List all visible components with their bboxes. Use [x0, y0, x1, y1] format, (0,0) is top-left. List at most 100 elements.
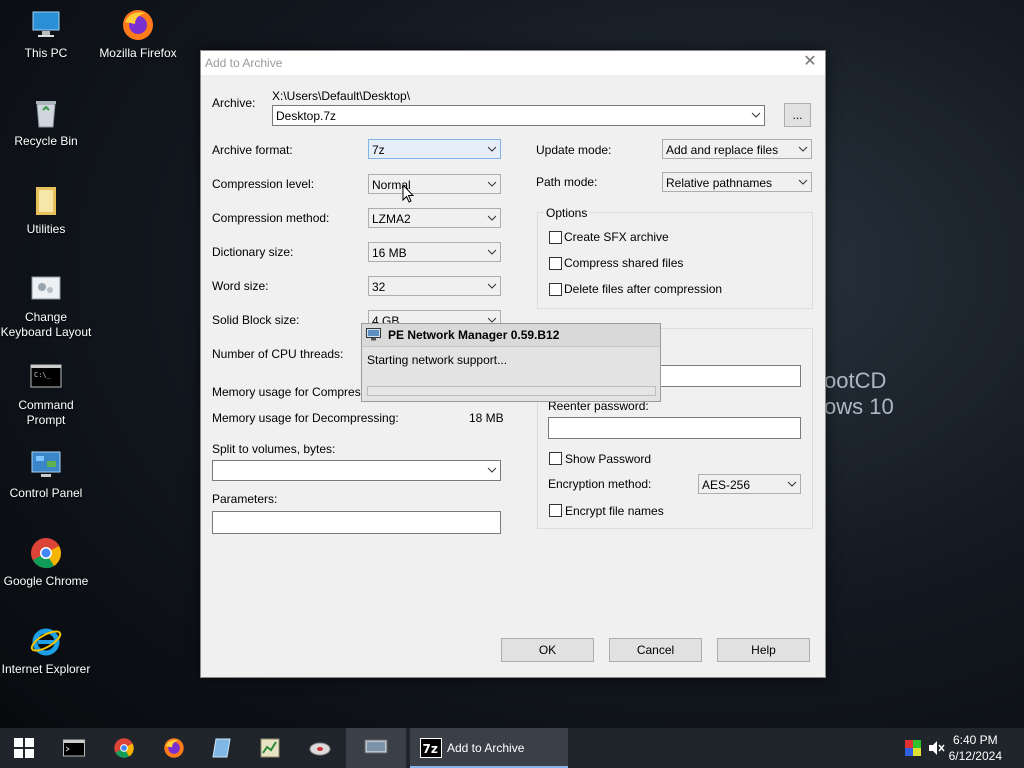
svg-text:7z: 7z [423, 742, 438, 756]
archive-format-label: Archive format: [212, 143, 293, 157]
show-password-checkbox[interactable] [549, 452, 562, 465]
network-manager-icon [364, 739, 388, 754]
desktop-icon-label: Mozilla Firefox [99, 46, 177, 60]
desktop-icon-label: Recycle Bin [14, 134, 78, 148]
memory-compress-label: Memory usage for Compressing: [212, 385, 387, 399]
show-password-label: Show Password [565, 452, 652, 466]
encryption-method-value: AES-256 [702, 478, 751, 492]
compress-shared-checkbox[interactable] [549, 257, 562, 270]
update-mode-select[interactable]: Add and replace files [662, 139, 812, 159]
help-button[interactable]: Help [717, 638, 810, 662]
pe-network-title: PE Network Manager 0.59.B12 [388, 328, 560, 342]
notebook-icon [212, 738, 231, 758]
dictionary-size-value: 16 MB [372, 246, 407, 260]
system-clock[interactable]: 6:40 PM 6/12/2024 [949, 732, 1002, 764]
speaker-muted-icon[interactable] [928, 740, 946, 756]
delete-after-checkbox[interactable] [549, 283, 562, 296]
control-panel-icon [29, 448, 63, 482]
desktop-icon-recycle-bin[interactable]: Recycle Bin [0, 96, 92, 149]
keyboard-settings-icon [29, 272, 63, 306]
chevron-down-icon [787, 481, 797, 487]
browse-button[interactable]: ... [784, 103, 811, 127]
chevron-down-icon [798, 146, 808, 152]
clock-date: 6/12/2024 [948, 749, 1002, 763]
desktop-icon-this-pc[interactable]: This PC [0, 8, 92, 61]
color-tray-icon[interactable] [905, 740, 921, 756]
dictionary-size-select[interactable]: 16 MB [368, 242, 501, 262]
taskbar-add-to-archive[interactable]: 7z Add to Archive [410, 728, 568, 768]
compress-shared-label: Compress shared files [564, 256, 684, 270]
desktop-icon-chrome[interactable]: Google Chrome [0, 536, 92, 589]
taskbar-window-title: Add to Archive [447, 741, 525, 755]
compression-method-select[interactable]: LZMA2 [368, 208, 501, 228]
chevron-down-icon [487, 181, 497, 187]
cancel-button[interactable]: Cancel [609, 638, 702, 662]
taskbar-tool[interactable] [296, 728, 344, 768]
desktop-icon-label: This PC [24, 46, 68, 60]
chevron-down-icon [487, 283, 497, 289]
taskbar-firefox[interactable] [150, 728, 198, 768]
chevron-down-icon [487, 249, 497, 255]
taskbar: 7z Add to Archive 6:40 PM 6/12/2024 [0, 728, 1024, 768]
reenter-password-input[interactable] [548, 417, 801, 439]
archive-label: Archive: [212, 96, 256, 110]
close-icon[interactable]: ✕ [801, 53, 819, 71]
options-group-title: Options [544, 206, 590, 220]
chevron-down-icon [751, 112, 761, 118]
compression-method-value: LZMA2 [372, 212, 411, 226]
chevron-down-icon [798, 179, 808, 185]
cpu-threads-label: Number of CPU threads: [212, 347, 344, 361]
chevron-down-icon [487, 146, 497, 152]
ok-button[interactable]: OK [501, 638, 594, 662]
dialog-titlebar[interactable]: Add to Archive ✕ [201, 51, 825, 75]
taskbar-command-prompt[interactable] [50, 728, 98, 768]
update-mode-label: Update mode: [536, 143, 612, 157]
create-sfx-label: Create SFX archive [564, 230, 669, 244]
compression-level-select[interactable]: Normal [368, 174, 501, 194]
taskbar-task-manager[interactable] [246, 728, 294, 768]
pe-network-progress-bar [367, 386, 656, 396]
dialog-title: Add to Archive [205, 56, 283, 70]
archive-path: X:\Users\Default\Desktop\ [272, 89, 411, 103]
delete-after-label: Delete files after compression [564, 282, 723, 296]
start-button[interactable] [0, 728, 48, 768]
chrome-icon [29, 536, 63, 570]
network-manager-icon [366, 328, 381, 341]
archive-name-combo[interactable]: Desktop.7z [272, 105, 765, 126]
split-volumes-label: Split to volumes, bytes: [212, 442, 336, 456]
update-mode-value: Add and replace files [666, 143, 779, 157]
chevron-down-icon [487, 467, 497, 473]
firefox-icon [164, 738, 184, 758]
path-mode-select[interactable]: Relative pathnames [662, 172, 812, 192]
desktop-icon-internet-explorer[interactable]: Internet Explorer [0, 624, 92, 677]
word-size-select[interactable]: 32 [368, 276, 501, 296]
archive-format-select[interactable]: 7z [368, 139, 501, 159]
encrypt-names-checkbox[interactable] [549, 504, 562, 517]
desktop-icon-control-panel[interactable]: Control Panel [0, 448, 92, 501]
desktop-icon-command-prompt[interactable]: C:\_ Command Prompt [0, 360, 92, 428]
create-sfx-checkbox[interactable] [549, 231, 562, 244]
terminal-icon: C:\_ [29, 360, 63, 394]
windows-logo-icon [14, 738, 34, 758]
pe-network-manager-window: PE Network Manager 0.59.B12 Starting net… [361, 323, 661, 402]
wallpaper-text-line1: ootCD [824, 368, 887, 393]
parameters-label: Parameters: [212, 492, 278, 506]
chevron-down-icon [487, 215, 497, 221]
7zip-icon: 7z [420, 738, 442, 758]
path-mode-value: Relative pathnames [666, 176, 773, 190]
desktop-icon-firefox[interactable]: Mozilla Firefox [92, 8, 184, 61]
chrome-icon [114, 738, 134, 758]
desktop-icon-utilities[interactable]: Utilities [0, 184, 92, 237]
mouse-cursor-icon [402, 184, 414, 203]
disk-tool-icon [309, 742, 331, 756]
split-volumes-combo[interactable] [212, 460, 501, 481]
internet-explorer-icon [29, 624, 63, 658]
pe-network-titlebar[interactable]: PE Network Manager 0.59.B12 [362, 324, 660, 347]
parameters-input[interactable] [212, 511, 501, 534]
archive-format-value: 7z [372, 143, 385, 157]
taskbar-notepad[interactable] [198, 728, 246, 768]
desktop-icon-keyboard-layout[interactable]: Change Keyboard Layout [0, 272, 92, 340]
taskbar-chrome[interactable] [100, 728, 148, 768]
encryption-method-select[interactable]: AES-256 [698, 474, 801, 494]
taskbar-network-manager[interactable] [346, 728, 406, 768]
